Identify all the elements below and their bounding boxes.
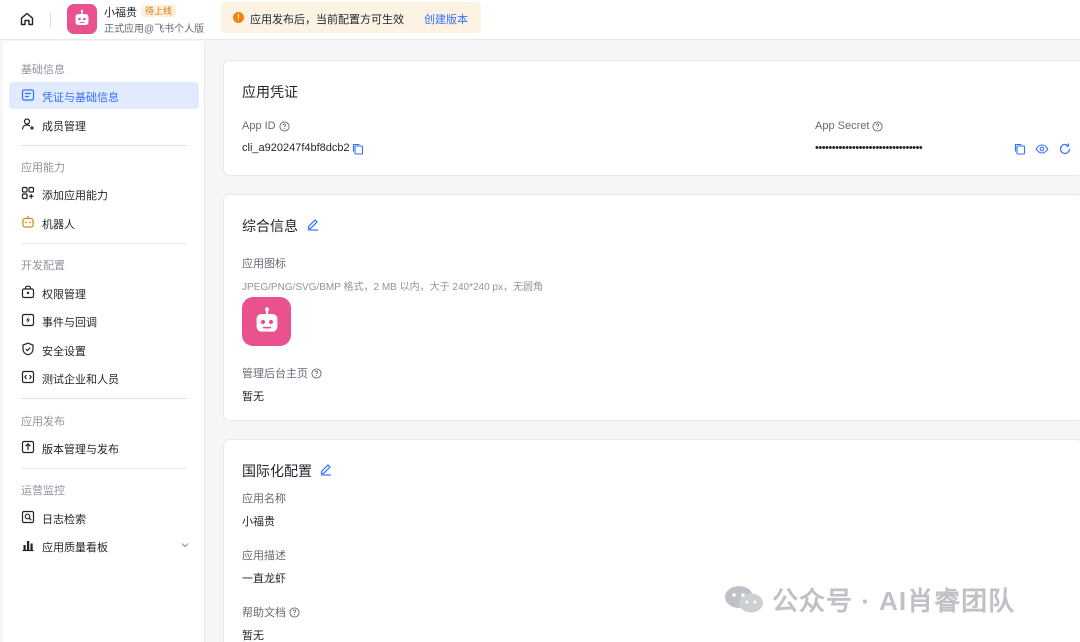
copy-icon[interactable] bbox=[351, 142, 365, 156]
chart-icon bbox=[22, 541, 34, 552]
event-icon bbox=[21, 313, 35, 327]
general-info-card: 综合信息 应用图标 JPEG/PNG/SVG/BMP 格式，2 MB 以内，大于… bbox=[223, 194, 1080, 421]
edit-icon[interactable] bbox=[319, 462, 333, 476]
publish-notice: ! 应用发布后，当前配置方可生效 创建版本 bbox=[221, 2, 481, 33]
create-version-link[interactable]: 创建版本 bbox=[424, 11, 468, 27]
sidebar-item-label: 凭证与基础信息 bbox=[42, 92, 119, 104]
card-title: 综合信息 bbox=[242, 218, 298, 234]
app-id-label-text: App ID bbox=[242, 120, 276, 132]
sidebar: 基础信息 凭证与基础信息 成员管理 应用能力 添加应用能力 机器人 开发配置 权… bbox=[3, 41, 205, 642]
sidebar-item-label: 权限管理 bbox=[42, 289, 86, 301]
sidebar-item-add-capability[interactable]: 添加应用能力 bbox=[9, 180, 199, 207]
add-capability-icon bbox=[21, 186, 35, 200]
member-icon bbox=[21, 118, 34, 130]
sidebar-item-label: 事件与回调 bbox=[42, 317, 97, 329]
help-doc-value: 暂无 bbox=[242, 630, 264, 642]
app-icon-hint: JPEG/PNG/SVG/BMP 格式，2 MB 以内，大于 240*240 p… bbox=[242, 282, 544, 293]
sidebar-item-robot[interactable]: 机器人 bbox=[9, 209, 199, 236]
top-divider bbox=[50, 12, 51, 28]
sidebar-item-events[interactable]: 事件与回调 bbox=[9, 307, 199, 334]
sidebar-section-title: 运营监控 bbox=[21, 485, 65, 497]
help-doc-label-text: 帮助文档 bbox=[242, 607, 286, 619]
sidebar-divider bbox=[21, 243, 187, 244]
credentials-card: 应用凭证 App ID cli_a920247f4bf8dcb2 App Sec… bbox=[223, 60, 1080, 176]
robot-icon bbox=[21, 216, 35, 228]
card-title: 应用凭证 bbox=[242, 84, 298, 100]
shield-icon bbox=[22, 342, 34, 356]
sidebar-item-label: 测试企业和人员 bbox=[42, 374, 119, 386]
app-secret-label-text: App Secret bbox=[815, 120, 870, 132]
sidebar-section-title: 应用能力 bbox=[21, 162, 65, 174]
notice-text: 应用发布后，当前配置方可生效 bbox=[250, 14, 404, 26]
permission-icon bbox=[21, 285, 35, 299]
warning-icon: ! bbox=[233, 12, 244, 23]
watermark: 公众号 · AI肖睿团队 bbox=[722, 582, 1015, 616]
eye-icon[interactable] bbox=[1035, 142, 1049, 156]
sidebar-item-label: 日志检索 bbox=[42, 514, 86, 526]
sidebar-divider bbox=[21, 398, 187, 399]
app-subtitle: 正式应用@飞书个人版 bbox=[104, 24, 205, 35]
sidebar-item-credentials[interactable]: 凭证与基础信息 bbox=[9, 82, 199, 109]
sidebar-item-label: 安全设置 bbox=[42, 346, 86, 358]
app-icon-label: 应用图标 bbox=[242, 258, 286, 270]
sidebar-divider bbox=[21, 145, 187, 146]
sidebar-divider bbox=[21, 468, 187, 469]
sidebar-item-label: 机器人 bbox=[42, 219, 75, 231]
robot-logo-icon bbox=[75, 9, 89, 25]
help-icon[interactable] bbox=[279, 120, 290, 132]
edit-icon[interactable] bbox=[306, 217, 320, 231]
help-icon[interactable] bbox=[289, 606, 300, 618]
sidebar-item-permissions[interactable]: 权限管理 bbox=[9, 279, 199, 306]
sidebar-item-test-enterprise[interactable]: 测试企业和人员 bbox=[9, 364, 199, 391]
sidebar-item-label: 添加应用能力 bbox=[42, 190, 108, 202]
sidebar-section-title: 基础信息 bbox=[21, 64, 65, 76]
sidebar-item-log-search[interactable]: 日志检索 bbox=[9, 504, 199, 531]
sidebar-section-title: 开发配置 bbox=[21, 260, 65, 272]
sidebar-item-label: 成员管理 bbox=[42, 121, 86, 133]
upload-icon bbox=[21, 440, 35, 454]
sidebar-item-label: 版本管理与发布 bbox=[42, 444, 119, 456]
status-badge: 待上线 bbox=[141, 5, 177, 17]
app-id-label: App ID bbox=[242, 120, 290, 132]
help-icon[interactable] bbox=[872, 120, 883, 132]
app-name: 小福贵 bbox=[104, 7, 137, 19]
log-search-icon bbox=[21, 510, 35, 524]
app-avatar[interactable] bbox=[67, 4, 97, 34]
home-button[interactable] bbox=[16, 8, 38, 30]
sidebar-item-security[interactable]: 安全设置 bbox=[9, 336, 199, 363]
sidebar-item-version-release[interactable]: 版本管理与发布 bbox=[9, 434, 199, 461]
credential-icon bbox=[21, 89, 35, 101]
app-secret-value: •••••••••••••••••••••••••••••••• bbox=[815, 142, 923, 154]
app-desc-label: 应用描述 bbox=[242, 550, 286, 562]
app-name-value: 小福贵 bbox=[242, 516, 275, 528]
app-id-value: cli_a920247f4bf8dcb2 bbox=[242, 142, 350, 154]
wechat-icon bbox=[725, 586, 763, 613]
sidebar-item-quality-dashboard[interactable]: 应用质量看板 bbox=[9, 532, 199, 559]
robot-logo-icon bbox=[256, 306, 277, 332]
app-icon-upload[interactable] bbox=[242, 297, 291, 346]
help-icon[interactable] bbox=[311, 367, 322, 379]
help-doc-label: 帮助文档 bbox=[242, 604, 300, 620]
sidebar-item-label: 应用质量看板 bbox=[42, 542, 108, 554]
admin-home-label-text: 管理后台主页 bbox=[242, 368, 308, 380]
watermark-text: 公众号 · AI肖睿团队 bbox=[772, 585, 1016, 616]
refresh-icon[interactable] bbox=[1058, 142, 1072, 156]
app-secret-label: App Secret bbox=[815, 120, 883, 132]
code-icon bbox=[21, 370, 35, 384]
copy-icon[interactable] bbox=[1013, 142, 1027, 156]
sidebar-section-title: 应用发布 bbox=[21, 416, 65, 428]
admin-home-value: 暂无 bbox=[242, 391, 264, 403]
card-title: 国际化配置 bbox=[242, 463, 312, 479]
top-bar: 小福贵 待上线 正式应用@飞书个人版 ! 应用发布后，当前配置方可生效 创建版本 bbox=[0, 0, 1080, 40]
app-name-label: 应用名称 bbox=[242, 493, 286, 505]
chevron-down-icon[interactable] bbox=[179, 539, 191, 551]
sidebar-item-members[interactable]: 成员管理 bbox=[9, 111, 199, 138]
home-icon bbox=[20, 12, 34, 26]
app-desc-value: 一直龙虾 bbox=[242, 573, 286, 585]
admin-home-label: 管理后台主页 bbox=[242, 365, 322, 381]
